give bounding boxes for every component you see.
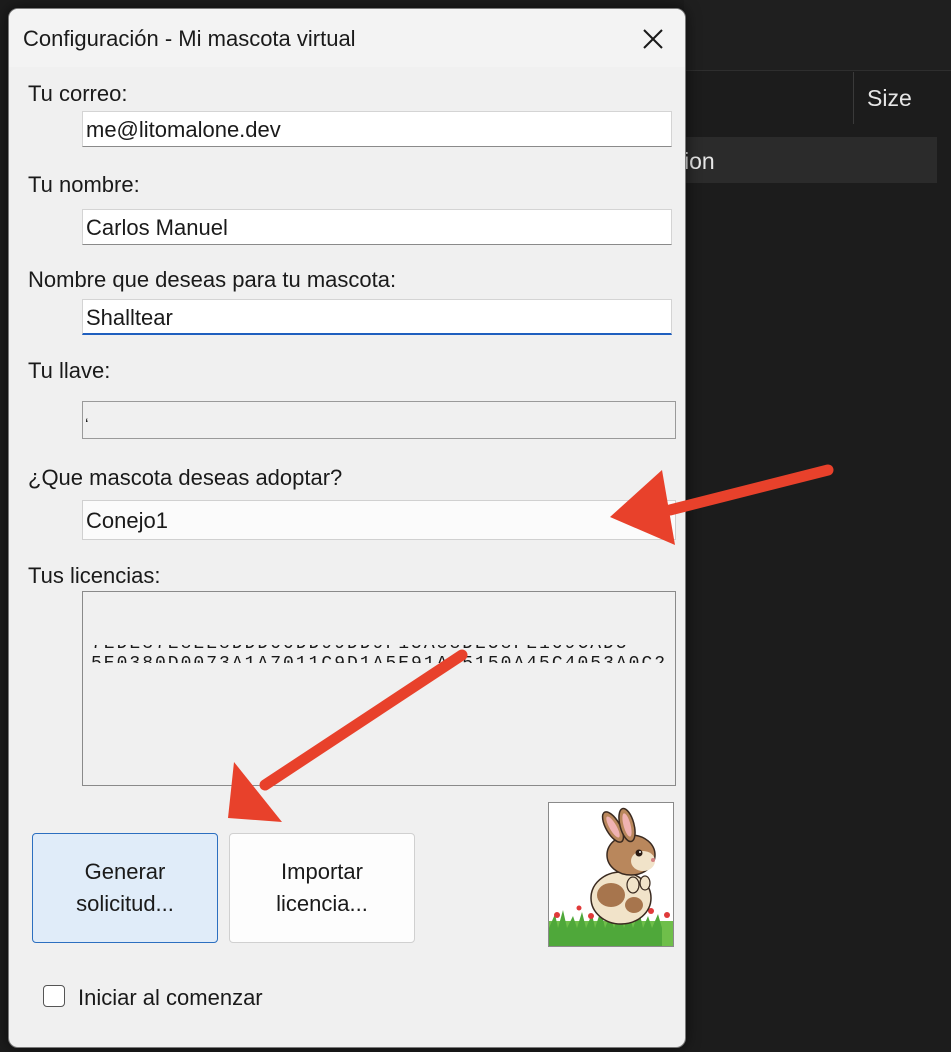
startup-checkbox-label[interactable]: Iniciar al comenzar [78,985,263,1011]
name-field[interactable]: Carlos Manuel [82,209,672,245]
dialog-title: Configuración - Mi mascota virtual [23,26,356,51]
key-value: ʻ [85,417,89,434]
pet-choice-dropdown[interactable]: Conejo1 [82,500,676,540]
startup-checkbox[interactable] [43,985,65,1007]
pet-preview-image [548,802,674,947]
pet-name-label: Nombre que deseas para tu mascota: [28,267,397,292]
import-license-label: Importar licencia... [276,859,368,916]
title-bar[interactable]: Configuración - Mi mascota virtual [9,9,685,67]
email-label: Tu correo: [28,81,128,106]
background-row-text: ion [684,148,715,174]
close-button[interactable] [631,19,675,59]
generate-request-button[interactable]: Generar solicitud... [32,833,218,943]
key-label: Tu llave: [28,358,111,383]
close-icon [643,29,663,49]
import-license-button[interactable]: Importar licencia... [229,833,415,943]
settings-dialog: Configuración - Mi mascota virtual Tu co… [8,8,686,1048]
licenses-textbox[interactable]: 7EDE37E8EE8DDD00DD99DD9F15A88DE58FE109CA… [82,591,676,786]
column-separator[interactable] [853,72,854,124]
bunny-icon [549,807,673,946]
license-line: 5E0380D0073A1A7011C9D1A5E91A25150A45C405… [91,654,668,674]
key-field[interactable]: ʻ [82,401,676,439]
pet-choice-label: ¿Que mascota deseas adoptar? [28,465,343,490]
background-window-topbar [684,0,951,70]
license-line: 7EDE37E8EE8DDD00DD99DD9F15A88DE58FE109CA… [91,634,629,654]
name-label: Tu nombre: [28,172,140,197]
email-field[interactable]: me@litomalone.dev [82,111,672,147]
background-list-row[interactable] [684,137,937,183]
pet-name-field[interactable]: Shalltear [82,299,672,335]
column-header-size[interactable]: Size [867,85,912,112]
licenses-label: Tus licencias: [28,563,161,588]
generate-request-label: Generar solicitud... [76,859,174,916]
